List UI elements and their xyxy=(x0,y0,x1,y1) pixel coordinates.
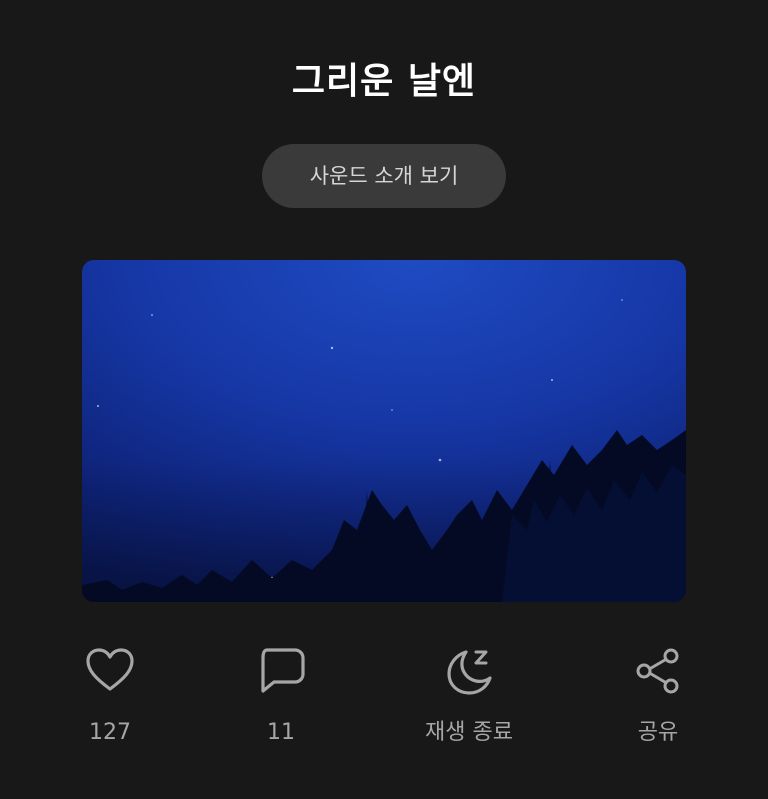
sleep-timer-label: 재생 종료 xyxy=(425,720,513,745)
moon-sleep-icon xyxy=(447,650,492,695)
sleep-timer-button[interactable]: 재생 종료 xyxy=(399,640,539,760)
comment-count: 11 xyxy=(267,720,295,745)
share-icon xyxy=(636,648,679,694)
comment-icon xyxy=(261,648,305,693)
sound-intro-button[interactable]: 사운드 소개 보기 xyxy=(262,144,506,208)
heart-icon xyxy=(86,648,134,691)
comment-button[interactable]: 11 xyxy=(211,640,351,760)
like-button[interactable]: 127 xyxy=(40,640,180,760)
share-label: 공유 xyxy=(637,720,679,745)
sound-artwork xyxy=(82,260,686,602)
sound-detail-screen: 그리운 날엔 사운드 소개 보기 127 11 재생 종료 공유 xyxy=(0,0,768,799)
like-count: 127 xyxy=(89,720,131,745)
sound-title: 그리운 날엔 xyxy=(291,61,477,102)
share-button[interactable]: 공유 xyxy=(588,640,728,760)
action-bar: 127 11 재생 종료 공유 xyxy=(0,640,768,760)
